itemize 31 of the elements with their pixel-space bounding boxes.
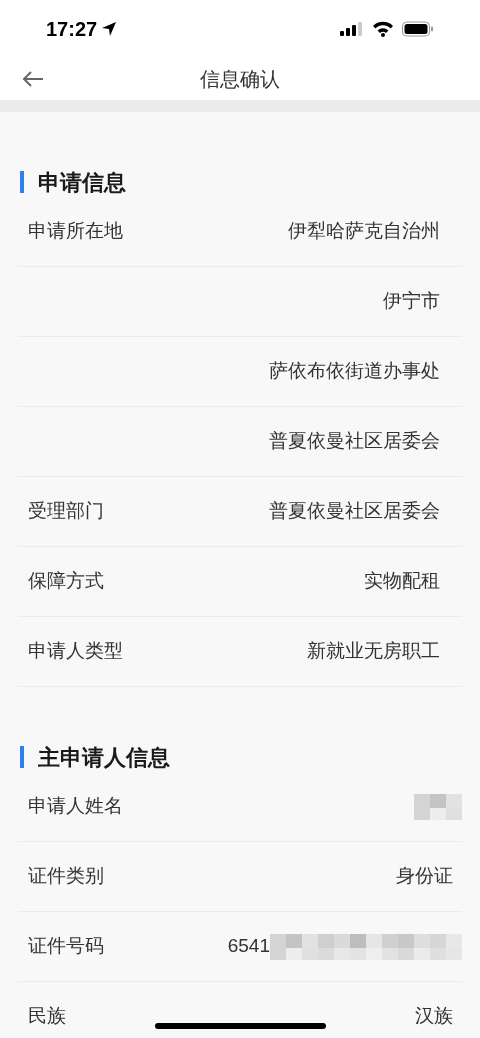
field-value: 6541 <box>227 934 270 959</box>
location-arrow-icon <box>101 21 118 37</box>
field-label: 申请所在地 <box>28 219 123 244</box>
field-label: 申请人类型 <box>28 639 123 664</box>
section-title: 主申请人信息 <box>38 743 170 772</box>
field-label: 证件号码 <box>28 934 104 959</box>
field-label: 受理部门 <box>28 499 104 524</box>
field-label: 申请人姓名 <box>28 794 123 819</box>
blurred-text-icon <box>414 791 462 822</box>
section-accent-bar <box>20 171 24 193</box>
field-value: 实物配租 <box>364 569 440 594</box>
signal-icon <box>340 21 364 37</box>
blurred-text-icon <box>270 931 462 962</box>
battery-icon <box>402 21 434 37</box>
status-time: 17:27 <box>46 17 98 42</box>
section-accent-bar <box>20 746 24 768</box>
field-value: 身份证 <box>396 864 454 889</box>
field-value: 伊宁市 <box>383 289 440 314</box>
field-value: 新就业无房职工 <box>307 639 440 664</box>
field-value: 普夏依曼社区居委会 <box>269 429 440 454</box>
section-title: 申请信息 <box>38 168 126 197</box>
back-arrow-icon <box>22 70 44 88</box>
field-label: 民族 <box>28 1004 66 1029</box>
field-label: 证件类别 <box>28 864 104 889</box>
wifi-icon <box>372 21 394 37</box>
field-value: 萨依布依街道办事处 <box>269 359 440 384</box>
field-label: 保障方式 <box>28 569 104 594</box>
field-value: 汉族 <box>415 1004 454 1029</box>
field-value: 普夏依曼社区居委会 <box>269 499 440 524</box>
page-title: 信息确认 <box>200 67 280 92</box>
field-value: 伊犁哈萨克自治州 <box>288 219 440 244</box>
